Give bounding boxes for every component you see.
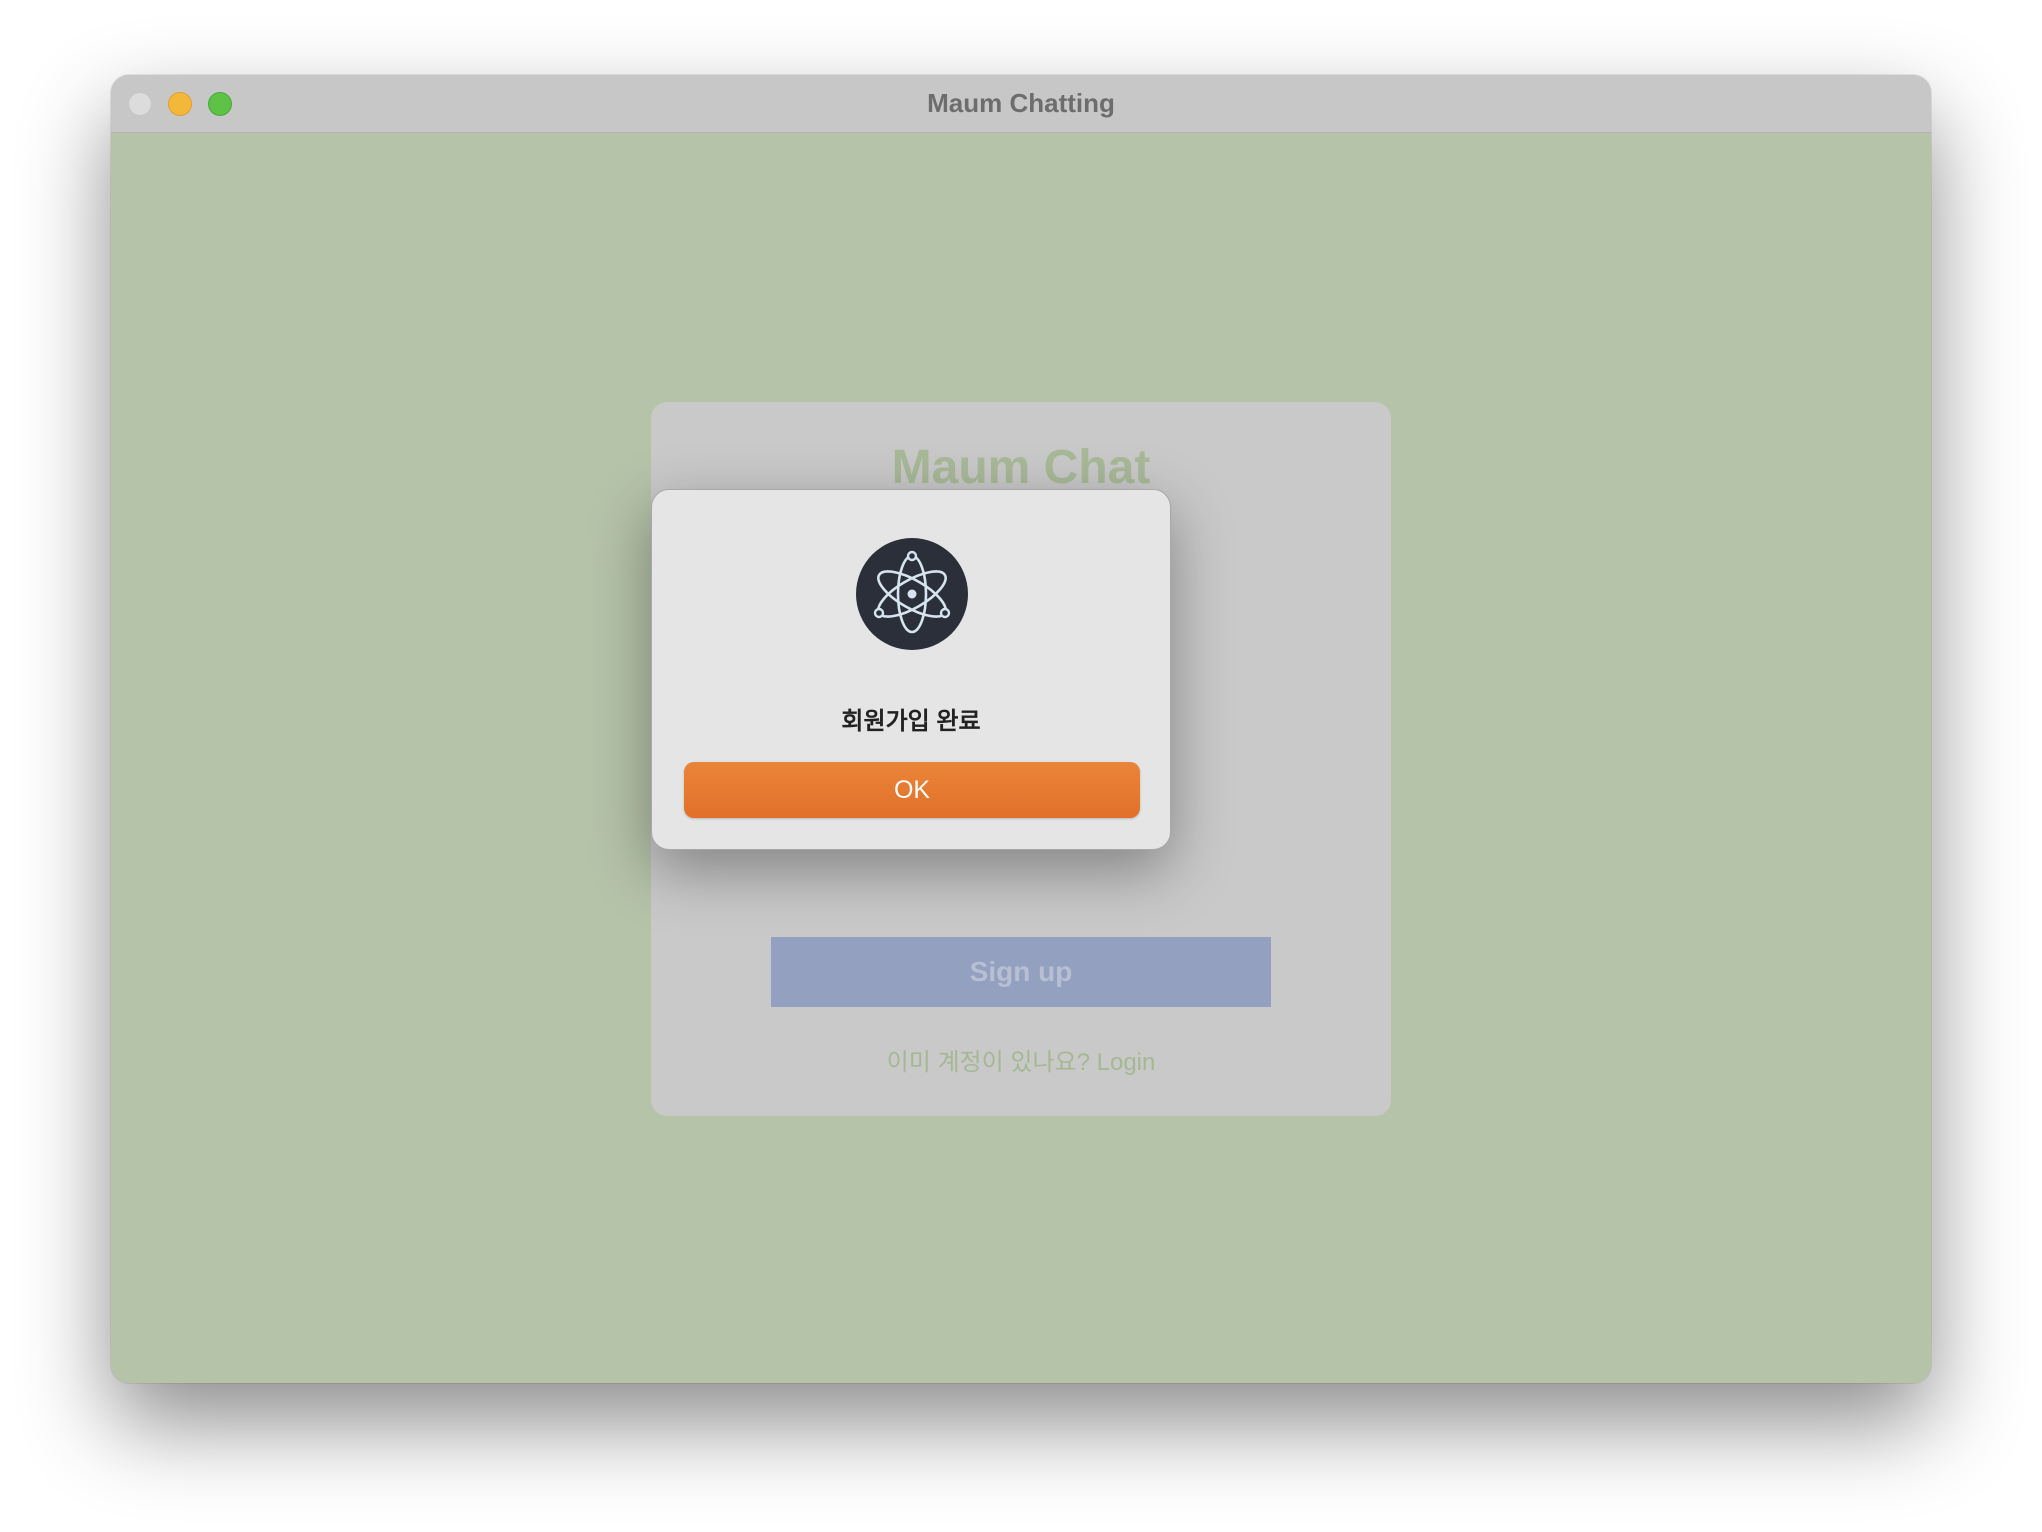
registration-complete-dialog: 회원가입 완료 OK [651,489,1171,850]
window-title: Maum Chatting [927,88,1115,118]
app-heading: Maum Chat [891,441,1151,494]
title-bar[interactable]: Maum Chatting [111,75,1931,133]
ok-button[interactable]: OK [684,762,1140,818]
electron-atom-icon [856,538,968,650]
login-link[interactable]: 이미 계정이 있나요? Login [651,1042,1391,1077]
signup-button[interactable]: Sign up [771,937,1271,1007]
dialog-message: 회원가입 완료 [841,708,981,735]
